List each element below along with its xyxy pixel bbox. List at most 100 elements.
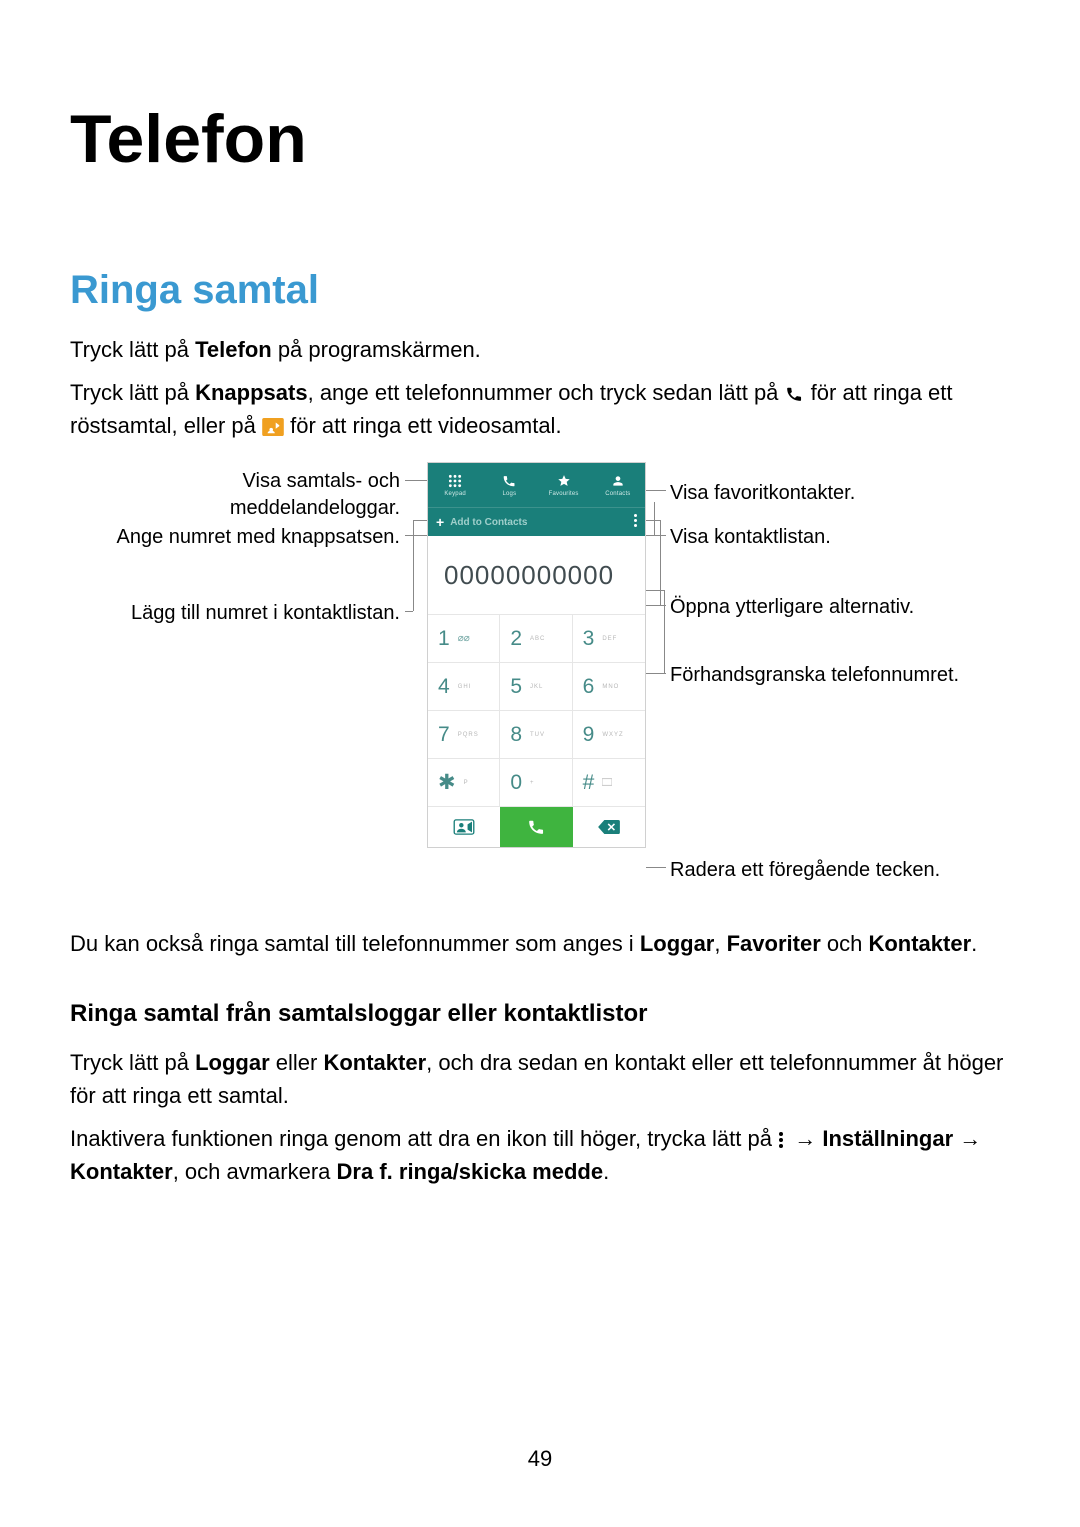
digit: 6 [583,675,595,699]
digit: 5 [510,675,522,699]
bold-installningar: Inställningar [822,1126,953,1151]
digit: 0 [510,771,522,795]
key-4[interactable]: 4 GHI [428,662,500,710]
key-3[interactable]: 3 DEF [573,614,645,662]
text: , [714,931,726,956]
callout-keypad: Ange numret med knappsatsen. [70,524,400,551]
connector [405,611,413,612]
section-heading: Ringa samtal [70,268,1010,313]
callout-preview-number: Förhandsgranska telefonnumret. [670,662,1010,689]
key-0[interactable]: 0+ [500,758,572,806]
letters [602,778,612,788]
bold-kontakter3: Kontakter [70,1159,173,1184]
callout-favourites: Visa favoritkontakter. [670,480,990,507]
action-row [428,806,645,847]
phone-screenshot: Keypad Logs Favourites [427,462,646,848]
key-6[interactable]: 6MNO [573,662,645,710]
connector [660,520,661,605]
letters: + [530,780,535,786]
tab-contacts[interactable]: Contacts [591,463,645,507]
bold-kontakter: Kontakter [868,931,971,956]
callout-logs: Visa samtals- och meddelandeloggar. [70,468,400,522]
digit: 8 [510,723,522,747]
bold-dra-ringa: Dra f. ringa/skicka medde [337,1159,604,1184]
key-9[interactable]: 9WXYZ [573,710,645,758]
key-2[interactable]: 2 ABC [500,614,572,662]
digit: 1 [438,627,450,651]
letters: JKL [530,684,543,690]
tab-keypad[interactable]: Keypad [428,463,482,507]
digit: 3 [583,627,595,651]
paragraph-3: Du kan också ringa samtal till telefonnu… [70,927,1010,960]
paragraph-2: Tryck lätt på Knappsats, ange ett telefo… [70,376,1010,442]
connector [654,502,655,535]
text: → [953,1126,981,1151]
video-call-button[interactable] [428,807,500,847]
page: Telefon Ringa samtal Tryck lätt på Telef… [0,0,1080,1527]
letters: GHI [458,684,472,690]
paragraph-4: Tryck lätt på Loggar eller Kontakter, oc… [70,1046,1010,1112]
text: Du kan också ringa samtal till telefonnu… [70,931,640,956]
page-heading: Telefon [70,100,1010,178]
text: Tryck lätt på [70,337,195,362]
tab-label: Logs [502,491,516,497]
phone-call-icon [785,385,805,403]
voicemail-small-icon [602,778,612,786]
keypad-icon [447,473,463,489]
digit: 4 [438,675,450,699]
text: . [971,931,977,956]
paragraph-1: Tryck lätt på Telefon på programskärmen. [70,333,1010,366]
paragraph-5: Inaktivera funktionen ringa genom att dr… [70,1122,1010,1188]
more-options-icon[interactable] [634,514,637,527]
dial-pad: 1⌀⌀ 2ABC 3DEF 4GHI 5JKL 6MNO 7PQRS 8TUV … [428,614,645,806]
page-number: 49 [0,1446,1080,1472]
tab-bar: Keypad Logs Favourites [428,463,645,507]
voicemail-icon: ⌀⌀ [458,633,470,644]
connector [646,535,666,536]
plus-icon: + [436,514,444,530]
connector [646,673,666,674]
letters: DEF [602,636,617,642]
voice-call-button[interactable] [500,807,572,847]
callout-contacts: Visa kontaktlistan. [670,524,990,551]
key-1[interactable]: 1 ⌀⌀ [428,614,500,662]
letters: P [464,780,469,786]
callout-backspace: Radera ett föregående tecken. [670,857,1010,884]
tab-favourites[interactable]: Favourites [537,463,591,507]
tab-label: Contacts [605,491,630,497]
letters: ABC [530,636,545,642]
key-hash[interactable]: # [573,758,645,806]
connector [646,867,666,868]
more-vert-icon [778,1131,788,1149]
text: eller [270,1050,324,1075]
tab-label: Keypad [444,491,466,497]
tab-label: Favourites [549,491,579,497]
backspace-button[interactable] [573,807,645,847]
text: för att ringa ett videosamtal. [290,413,561,438]
bold-kontakter2: Kontakter [323,1050,426,1075]
digit: 2 [510,627,522,651]
phone-log-icon [501,473,517,489]
bold-knappsats: Knappsats [195,380,307,405]
star-icon [556,473,572,489]
digit: ✱ [438,770,456,795]
callout-add-contact: Lägg till numret i kontaktlistan. [70,600,400,627]
digit: # [583,771,595,795]
video-call-icon [262,418,284,436]
key-7[interactable]: 7 PQRS [428,710,500,758]
text: , och avmarkera [173,1159,337,1184]
digit: 7 [438,723,450,747]
text: Tryck lätt på [70,1050,195,1075]
digit: 9 [583,723,595,747]
connector [664,590,665,673]
key-8[interactable]: 8TUV [500,710,572,758]
letters: PQRS [458,732,479,738]
diagram: Visa samtals- och meddelandeloggar. Ange… [70,462,1010,902]
connector [646,605,666,606]
key-star[interactable]: ✱P [428,758,500,806]
add-to-contacts-label: Add to Contacts [450,517,527,528]
key-5[interactable]: 5 JKL [500,662,572,710]
add-to-contacts-row[interactable]: + Add to Contacts [428,507,645,536]
tab-logs[interactable]: Logs [482,463,536,507]
text: och [821,931,869,956]
